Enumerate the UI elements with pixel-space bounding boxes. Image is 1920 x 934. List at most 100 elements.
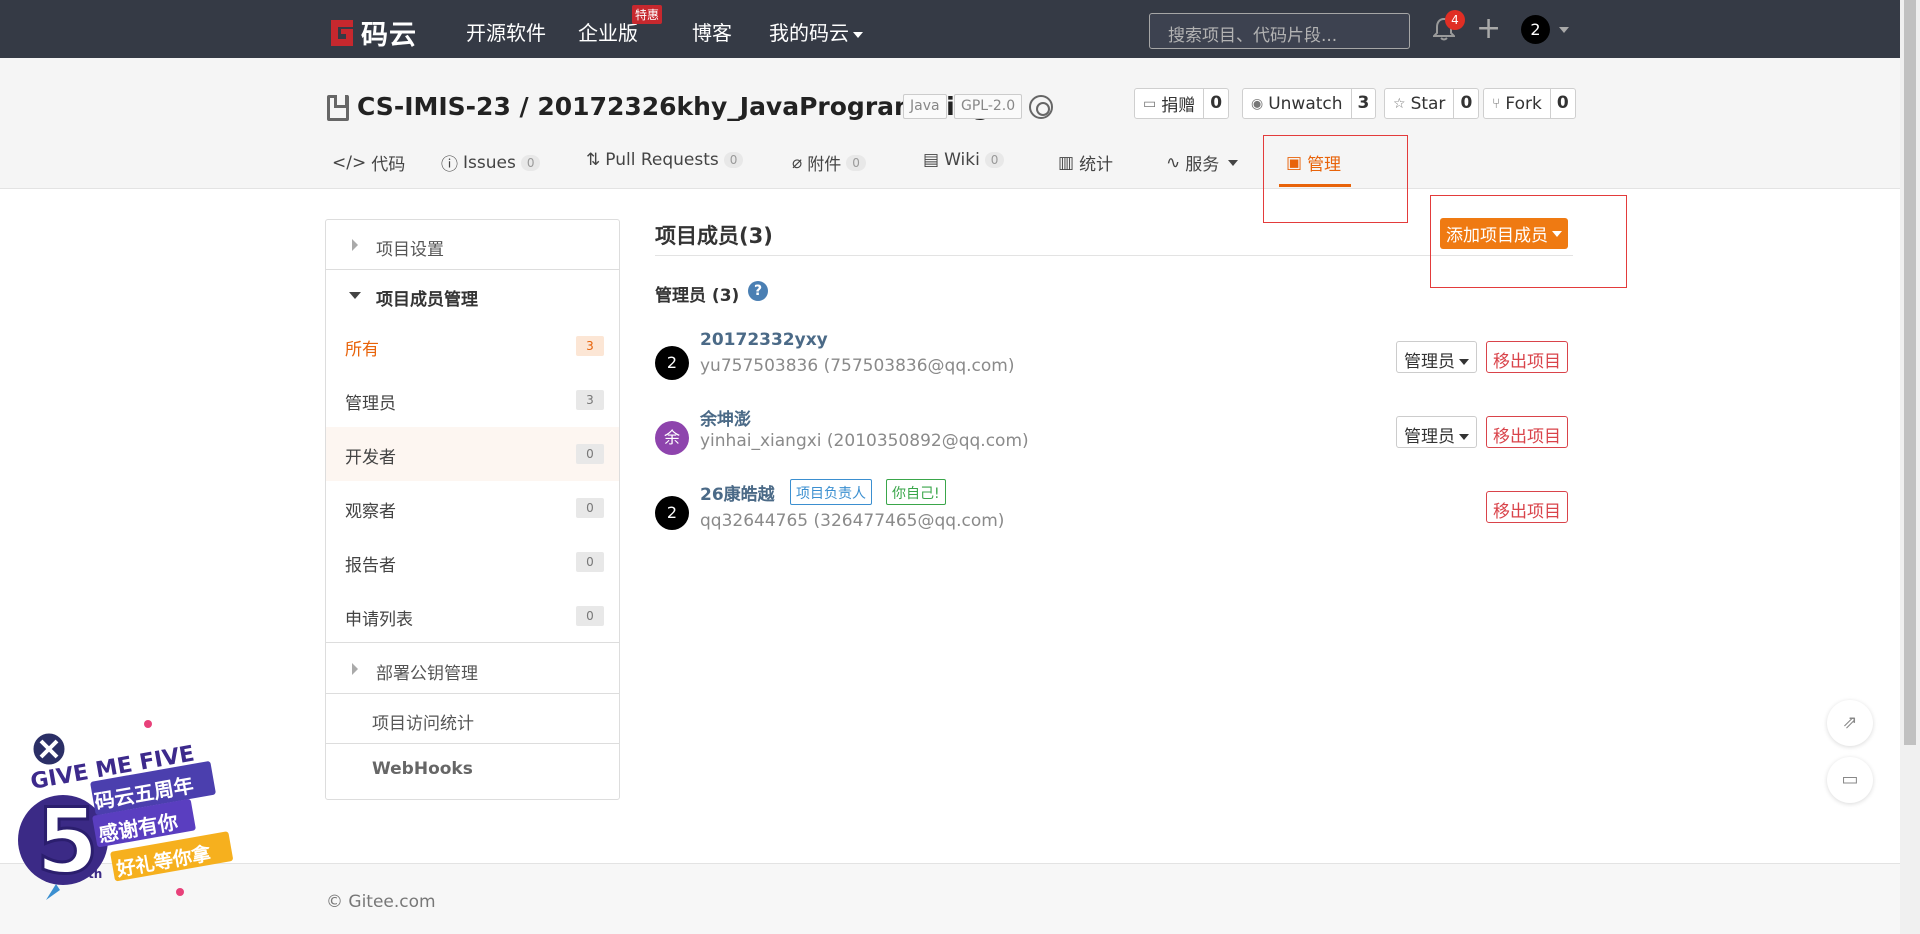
- help-icon[interactable]: ?: [748, 281, 768, 301]
- unwatch-label: Unwatch: [1268, 93, 1343, 114]
- plus-icon[interactable]: +: [1476, 14, 1501, 44]
- fork-count[interactable]: 0: [1549, 89, 1575, 118]
- logo-mark-icon: [331, 19, 353, 46]
- chevron-down-icon: [1228, 159, 1239, 166]
- admins-subtitle: 管理员 (3): [655, 286, 740, 306]
- sidebar-item-observers[interactable]: 观察者 0: [326, 481, 619, 535]
- sidebar-item-count: 0: [576, 444, 604, 464]
- role-dropdown[interactable]: 管理员: [1396, 341, 1477, 373]
- highlight-box-manage: [1263, 135, 1408, 223]
- sidebar-item-label: 报告者: [345, 556, 396, 576]
- sidebar-section-deploy-keys[interactable]: 部署公钥管理: [326, 644, 619, 694]
- self-badge: 你自己!: [886, 479, 946, 505]
- anniversary-promo-banner[interactable]: GIVE ME FIVE 5 th 码云五周年 感谢有你 好礼等你拿: [8, 712, 238, 912]
- tab-services[interactable]: ∿ 服务: [1166, 150, 1239, 175]
- watch-count[interactable]: 3: [1350, 89, 1376, 118]
- sidebar-section-webhooks-label: WebHooks: [372, 759, 473, 779]
- remove-member-button[interactable]: 移出项目: [1486, 416, 1568, 448]
- tab-issues[interactable]: ⓘ Issues 0: [441, 150, 541, 175]
- sidebar-item-label: 申请列表: [345, 610, 413, 630]
- member-name[interactable]: 26康皓越: [700, 480, 775, 505]
- sidebar-section-members[interactable]: 项目成员管理: [326, 270, 619, 320]
- sidebar-section-webhooks[interactable]: WebHooks: [326, 744, 619, 794]
- donate-label: 捐赠: [1161, 96, 1196, 116]
- sidebar-section-settings[interactable]: 项目设置: [326, 220, 619, 270]
- top-navbar: [0, 0, 1900, 58]
- medal-icon[interactable]: [1029, 95, 1053, 119]
- tab-pull-requests[interactable]: ⇅ Pull Requests 0: [586, 150, 744, 170]
- attachment-icon: ⌀: [792, 152, 803, 173]
- comment-icon[interactable]: ▭: [1827, 757, 1873, 803]
- tab-wiki-label: Wiki: [944, 150, 980, 170]
- tab-attachments-count: 0: [846, 154, 866, 171]
- donate-count[interactable]: 0: [1203, 89, 1228, 118]
- sidebar-item-label: 开发者: [345, 448, 396, 468]
- copyright: © Gitee.com: [326, 892, 436, 912]
- sidebar-section-access-stats[interactable]: 项目访问统计: [326, 694, 619, 744]
- user-avatar[interactable]: 2: [1521, 15, 1550, 44]
- page-title: 项目成员(3): [655, 224, 773, 248]
- language-tag[interactable]: Java: [903, 94, 947, 119]
- sidebar-item-all[interactable]: 所有 3: [326, 319, 619, 373]
- unwatch-button[interactable]: ◉ Unwatch 3: [1242, 88, 1377, 119]
- sidebar-item-developers[interactable]: 开发者 0: [326, 427, 619, 481]
- repo-title[interactable]: CS-IMIS-23 / 20172326khy_JavaProgramming: [357, 92, 990, 121]
- tab-attachments[interactable]: ⌀ 附件 0: [792, 150, 866, 175]
- nav-blog[interactable]: 博客: [692, 17, 732, 46]
- role-label: 管理员: [1404, 427, 1455, 447]
- stats-icon: ▥: [1058, 152, 1075, 173]
- sidebar-section-deploy-keys-label: 部署公钥管理: [376, 664, 478, 684]
- nav-enterprise[interactable]: 企业版: [578, 17, 638, 46]
- member-name[interactable]: 余坤澎: [700, 405, 751, 430]
- avatar[interactable]: 2: [655, 496, 689, 530]
- code-icon: </>: [332, 152, 367, 173]
- chevron-down-icon: [1459, 434, 1469, 440]
- tab-stats[interactable]: ▥ 统计: [1058, 150, 1114, 176]
- fork-icon: ⑂: [1492, 95, 1501, 112]
- share-icon[interactable]: ⇗: [1827, 700, 1873, 746]
- sidebar-item-requests[interactable]: 申请列表 0: [326, 589, 619, 643]
- logo-text: 码云: [361, 20, 417, 51]
- user-menu-chevron-icon[interactable]: [1559, 27, 1569, 33]
- issue-icon: ⓘ: [441, 155, 458, 175]
- star-button[interactable]: ☆ Star 0: [1384, 88, 1480, 119]
- tab-wiki[interactable]: ▤ Wiki 0: [923, 150, 1005, 170]
- tab-stats-label: 统计: [1079, 155, 1114, 175]
- highlight-box-add-member: [1430, 195, 1627, 288]
- tab-issues-count: 0: [520, 154, 541, 171]
- sidebar-item-label: 观察者: [345, 502, 396, 522]
- role-dropdown[interactable]: 管理员: [1396, 416, 1477, 448]
- remove-member-button[interactable]: 移出项目: [1486, 341, 1568, 373]
- sidebar-item-admins[interactable]: 管理员 3: [326, 373, 619, 427]
- promo-suffix: th: [88, 867, 102, 881]
- tab-pull-requests-label: Pull Requests: [605, 150, 719, 170]
- member-name[interactable]: 20172332yxy: [700, 330, 828, 350]
- sidebar-item-reporters[interactable]: 报告者 0: [326, 535, 619, 589]
- donate-icon: ▭: [1143, 95, 1157, 112]
- avatar[interactable]: 余: [655, 421, 689, 455]
- gitee-logo[interactable]: 码云: [327, 13, 417, 52]
- star-count[interactable]: 0: [1453, 89, 1478, 118]
- nav-my-gitee[interactable]: 我的码云: [769, 17, 863, 46]
- remove-member-button[interactable]: 移出项目: [1486, 491, 1568, 523]
- sidebar-item-label: 管理员: [345, 394, 396, 414]
- chevron-down-icon: [853, 31, 863, 38]
- owner-badge: 项目负责人: [790, 479, 872, 505]
- donate-button[interactable]: ▭ 捐赠 0: [1134, 88, 1230, 119]
- avatar[interactable]: 2: [655, 346, 689, 380]
- sidebar-section-access-stats-label: 项目访问统计: [372, 714, 474, 734]
- member-row: 2 26康皓越 项目负责人 你自己! qq32644765 (326477465…: [655, 479, 1573, 542]
- pulse-icon: ∿: [1166, 152, 1181, 173]
- tab-pull-requests-count: 0: [723, 152, 744, 168]
- license-tag[interactable]: GPL-2.0: [954, 94, 1023, 119]
- chevron-right-icon: [352, 663, 358, 675]
- member-account: yinhai_xiangxi (2010350892@qq.com): [700, 431, 1029, 451]
- tab-code[interactable]: </> 代码: [332, 150, 405, 176]
- sidebar-item-label: 所有: [345, 340, 379, 360]
- scrollbar-thumb[interactable]: [1904, 0, 1916, 745]
- member-account: qq32644765 (326477465@qq.com): [700, 511, 1005, 531]
- search-input[interactable]: 搜索项目、代码片段...: [1149, 13, 1410, 49]
- nav-open-source[interactable]: 开源软件: [466, 17, 546, 46]
- star-label: Star: [1410, 93, 1446, 114]
- fork-button[interactable]: ⑂ Fork 0: [1483, 88, 1576, 119]
